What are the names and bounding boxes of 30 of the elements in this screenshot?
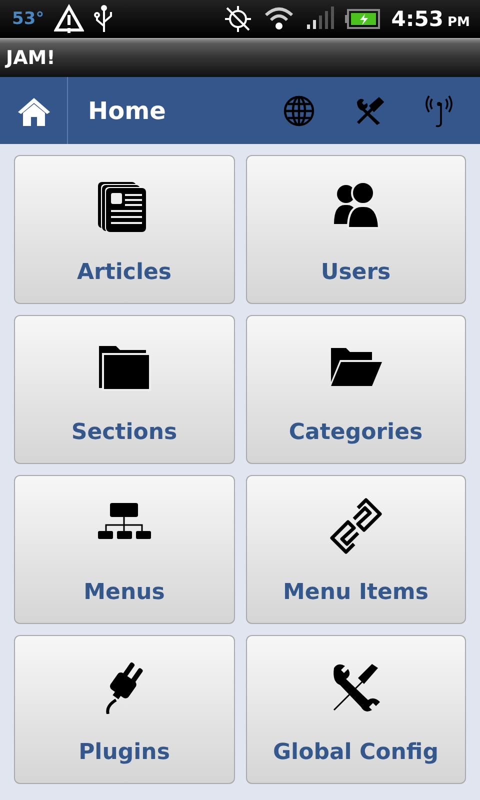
clock-meridiem: PM (448, 14, 470, 30)
app-title: JAM! (6, 47, 56, 69)
clock: 4:53 (391, 7, 444, 31)
menu-tile[interactable]: Sections (14, 315, 234, 464)
temperature: 53° (12, 9, 44, 29)
usb-icon (94, 4, 114, 34)
tile-label: Plugins (78, 740, 170, 765)
home-icon (16, 96, 50, 126)
gps-off-icon (223, 4, 254, 34)
menu-tile[interactable]: Global Config (246, 635, 466, 784)
wrench-screwdriver-icon (354, 96, 384, 126)
tile-label: Menus (84, 580, 165, 605)
tile-label: Users (320, 260, 391, 285)
menu-tile[interactable]: Plugins (14, 635, 234, 784)
tile-label: Sections (71, 420, 178, 445)
menu-tile[interactable]: Users (246, 155, 466, 304)
menu-tile[interactable]: Menu Items (246, 475, 466, 624)
chain-link-icon (328, 498, 384, 554)
battery-icon (345, 8, 382, 30)
warning-icon (54, 4, 84, 34)
page-title: Home (88, 96, 167, 124)
tile-label: Menu Items (283, 580, 428, 605)
antenna-icon (424, 92, 454, 128)
globe-icon (283, 94, 315, 126)
menu-tile[interactable]: Categories (246, 315, 466, 464)
menu-tile[interactable]: Menus (14, 475, 234, 624)
tile-label: Global Config (273, 740, 438, 765)
tile-label: Articles (76, 260, 172, 285)
menu-tile[interactable]: Articles (14, 155, 234, 304)
tile-label: Categories (288, 420, 423, 445)
